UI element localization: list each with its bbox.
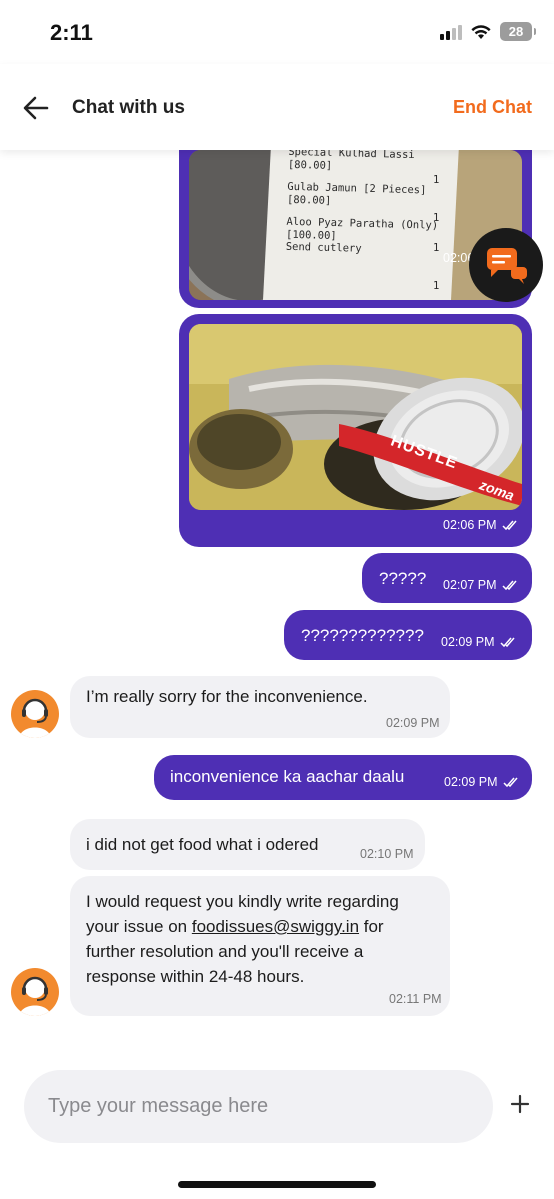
- receipt-qty: 1: [433, 212, 440, 224]
- message-line: further resolution and you'll receive a: [86, 942, 364, 961]
- message-text: i did not get food what i odered: [86, 835, 319, 854]
- message-text: ?????: [379, 569, 427, 588]
- wifi-icon: [471, 24, 491, 39]
- email-link[interactable]: foodissues@swiggy.in: [192, 917, 359, 936]
- message-line: your issue on foodissues@swiggy.in for: [86, 917, 384, 936]
- chat-fab-button[interactable]: [469, 228, 543, 302]
- status-time: 2:11: [50, 20, 93, 45]
- plus-icon[interactable]: [508, 1092, 532, 1116]
- food-photo-art: [189, 324, 522, 510]
- message-composer: [24, 1070, 493, 1143]
- message-time: 02:09 PM: [386, 716, 440, 730]
- text-message-incoming[interactable]: i did not get food what i odered 02:10 P…: [70, 819, 425, 870]
- message-time: 02:09 PM: [444, 775, 519, 789]
- text-message-outgoing[interactable]: ????????????? 02:09 PM: [284, 610, 532, 660]
- support-agent-headset-icon: [19, 976, 51, 1016]
- chat-bubbles-icon: [487, 248, 527, 284]
- home-indicator: [178, 1181, 376, 1188]
- support-agent-avatar: [11, 968, 59, 1016]
- double-check-icon: [501, 520, 517, 531]
- cellular-signal-icon: [440, 24, 462, 40]
- page-title: Chat with us: [72, 97, 185, 118]
- message-text: I would request you kindly write regardi…: [86, 889, 446, 989]
- message-text: inconvenience ka aachar daalu: [170, 767, 405, 786]
- battery-indicator: 28: [500, 22, 536, 41]
- status-bar: 2:11 28: [0, 0, 554, 64]
- message-line: response within 24-48 hours.: [86, 967, 305, 986]
- chat-header: Chat with us End Chat: [0, 64, 554, 150]
- text-message-outgoing[interactable]: ????? 02:07 PM: [362, 553, 532, 603]
- message-line: I would request you kindly write regardi…: [86, 892, 399, 911]
- text-message-outgoing[interactable]: inconvenience ka aachar daalu 02:09 PM: [154, 755, 532, 800]
- double-check-icon: [502, 777, 518, 788]
- message-text: ?????????????: [301, 626, 424, 645]
- text-message-incoming[interactable]: I’m really sorry for the inconvenience. …: [70, 676, 450, 738]
- support-agent-avatar: [11, 690, 59, 738]
- message-time: 02:10 PM: [360, 847, 414, 861]
- double-check-icon: [499, 637, 515, 648]
- arrow-left-icon[interactable]: [20, 92, 52, 124]
- message-time: 02:11 PM: [389, 992, 442, 1006]
- food-photo[interactable]: HUSTLE zoma: [189, 324, 522, 510]
- end-chat-button[interactable]: End Chat: [453, 97, 532, 118]
- message-time: 02:06 PM: [443, 518, 518, 532]
- double-check-icon: [501, 580, 517, 591]
- text-message-incoming[interactable]: I would request you kindly write regardi…: [70, 876, 450, 1016]
- chat-messages[interactable]: Special Kulhad Lassi [80.00] Gulab Jamun…: [0, 150, 554, 1060]
- receipt-qty: 1: [433, 174, 440, 186]
- support-agent-headset-icon: [19, 698, 51, 738]
- receipt-qty: 1: [433, 280, 440, 292]
- message-time: 02:09 PM: [441, 635, 516, 649]
- image-message[interactable]: HUSTLE zoma 02:06 PM: [179, 314, 532, 547]
- status-icons: 28: [440, 22, 536, 41]
- message-text: I’m really sorry for the inconvenience.: [86, 687, 368, 706]
- message-time: 02:07 PM: [443, 578, 518, 592]
- receipt-qty: 1: [433, 242, 440, 254]
- message-input[interactable]: [48, 1070, 468, 1143]
